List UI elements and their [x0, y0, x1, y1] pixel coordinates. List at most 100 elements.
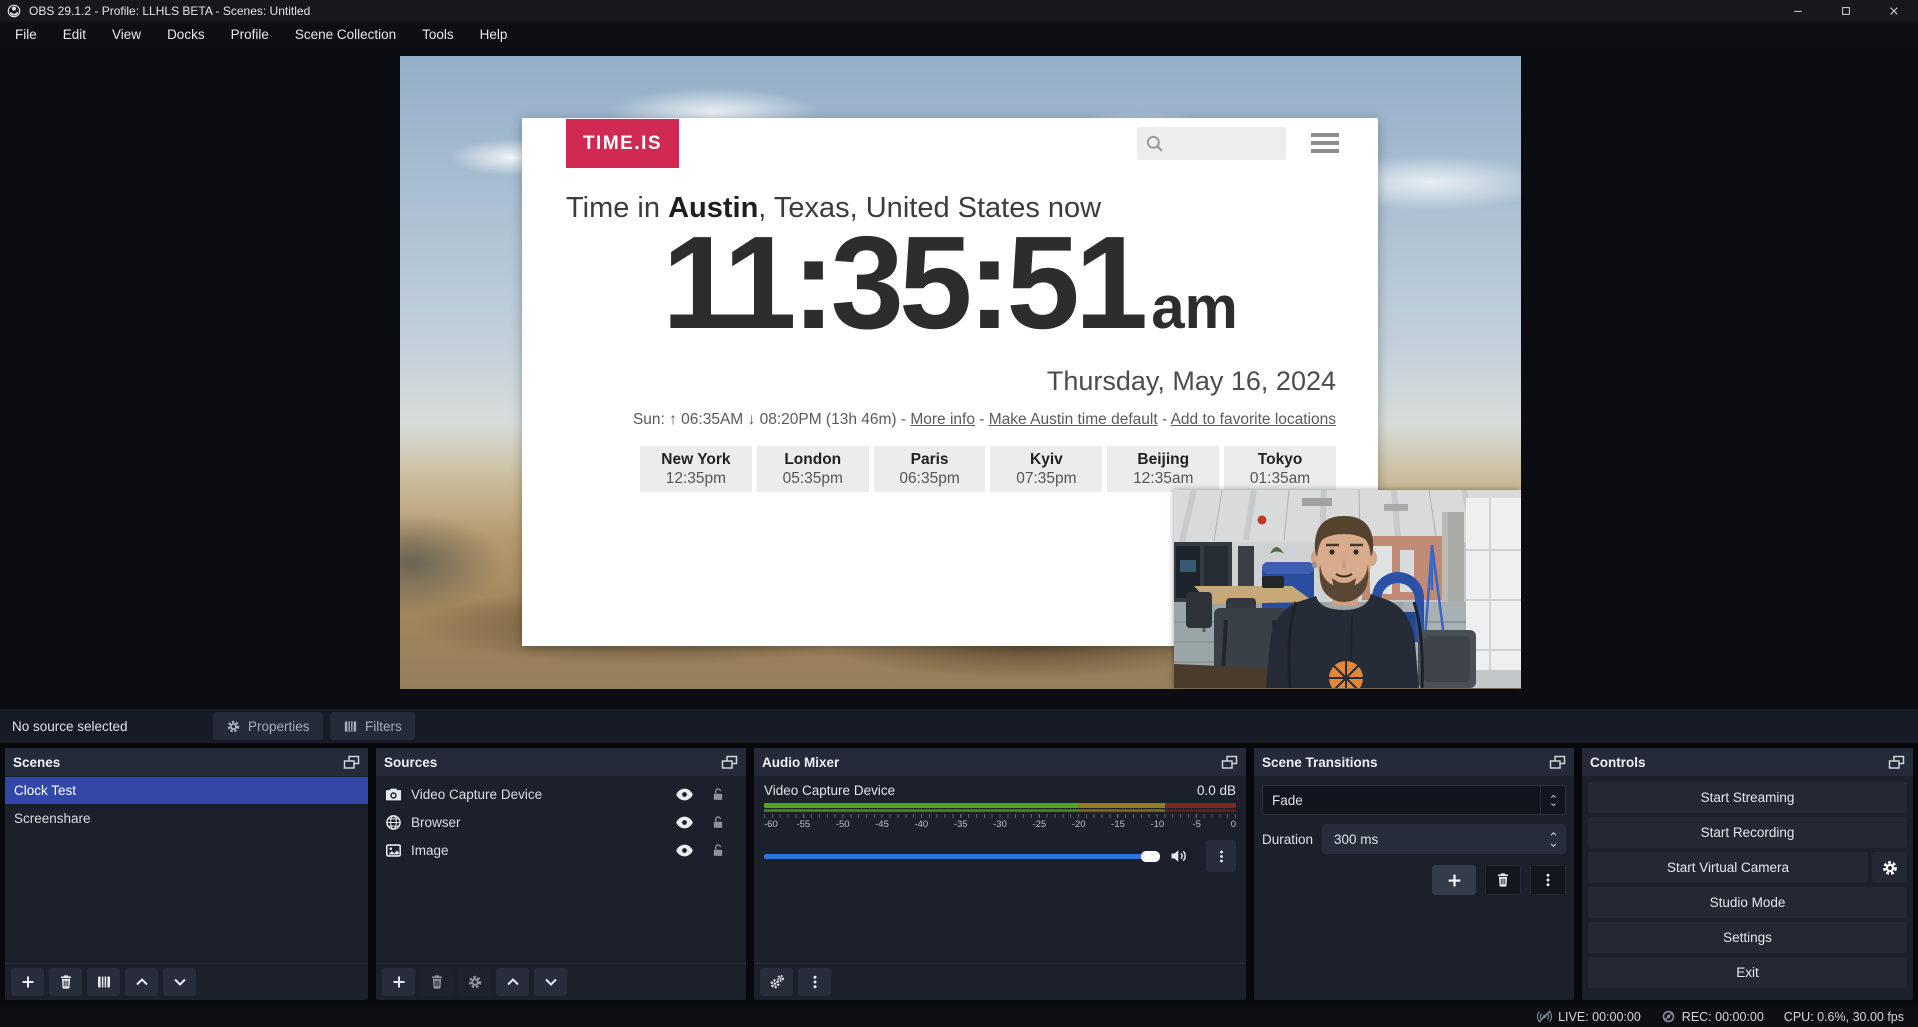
add-source-button[interactable]	[382, 968, 415, 996]
meridiem: am	[1151, 274, 1238, 341]
transitions-header: Scene Transitions	[1254, 748, 1574, 776]
menu-item-tools[interactable]: Tools	[409, 22, 467, 47]
source-properties-button[interactable]	[458, 968, 491, 996]
window-title: OBS 29.1.2 - Profile: LLHLS BETA - Scene…	[29, 4, 310, 18]
virtual-camera-config-button[interactable]	[1872, 852, 1907, 883]
popout-icon[interactable]	[1221, 755, 1238, 770]
visibility-toggle-icon[interactable]	[675, 843, 694, 858]
controls-header: Controls	[1582, 748, 1913, 776]
spin-down-icon[interactable]	[1548, 841, 1559, 849]
start-streaming-button[interactable]: Start Streaming	[1588, 782, 1907, 813]
popout-icon[interactable]	[721, 755, 738, 770]
world-cities-row: New York12:35pm London05:35pm Paris06:35…	[640, 446, 1336, 492]
start-virtual-camera-button[interactable]: Start Virtual Camera	[1588, 852, 1868, 883]
sun-info-line: Sun: ↑ 06:35AM ↓ 08:20PM (13h 46m) - Mor…	[633, 411, 1336, 429]
duration-spinner[interactable]: 300 ms	[1322, 824, 1566, 854]
exit-button[interactable]: Exit	[1588, 957, 1907, 988]
audio-mixer-title: Audio Mixer	[762, 755, 839, 770]
scenes-title: Scenes	[13, 755, 60, 770]
volume-slider[interactable]	[764, 854, 1160, 859]
remove-scene-button[interactable]	[49, 968, 82, 996]
scenes-toolbar	[5, 963, 368, 1000]
lock-toggle-icon[interactable]	[711, 787, 725, 802]
hamburger-menu-icon	[1311, 133, 1339, 157]
timeis-logo: TIME.IS	[566, 119, 679, 168]
scenes-dock: Scenes Clock Test Screenshare	[5, 748, 368, 1000]
transition-options-button[interactable]	[1530, 865, 1566, 895]
controls-dock: Controls Start Streaming Start Recording…	[1582, 748, 1913, 1000]
filters-button[interactable]: Filters	[330, 712, 415, 740]
properties-button[interactable]: Properties	[213, 712, 323, 740]
visibility-toggle-icon[interactable]	[675, 787, 694, 802]
preview-canvas[interactable]: TIME.IS Time in Austin, Texas, United St…	[400, 56, 1521, 689]
audio-mixer-header: Audio Mixer	[754, 748, 1246, 776]
menu-item-scene-collection[interactable]: Scene Collection	[282, 22, 409, 47]
visibility-toggle-icon[interactable]	[675, 815, 694, 830]
audio-mixer-dock: Audio Mixer Video Capture Device 0.0 dB …	[754, 748, 1246, 1000]
start-recording-button[interactable]: Start Recording	[1588, 817, 1907, 848]
current-time: 11:35:51	[662, 209, 1143, 356]
scenes-header: Scenes	[5, 748, 368, 776]
source-row-image[interactable]: Image	[376, 836, 746, 864]
add-transition-button[interactable]	[1432, 865, 1476, 895]
channel-level-db: 0.0 dB	[1197, 783, 1236, 798]
scene-item-screenshare[interactable]: Screenshare	[5, 805, 368, 832]
spin-up-icon[interactable]	[1548, 830, 1559, 838]
sources-list: Video Capture Device Browser	[376, 776, 746, 864]
mixer-toolbar	[754, 963, 1246, 1000]
source-row-browser[interactable]: Browser	[376, 808, 746, 836]
lock-toggle-icon[interactable]	[711, 815, 725, 830]
move-source-down-button[interactable]	[534, 968, 567, 996]
menu-item-edit[interactable]: Edit	[50, 22, 99, 47]
webcam-source[interactable]	[1174, 490, 1521, 688]
mixer-options-button[interactable]	[798, 968, 831, 996]
speaker-icon[interactable]	[1170, 847, 1188, 865]
scene-filters-button[interactable]	[87, 968, 120, 996]
menu-item-view[interactable]: View	[99, 22, 154, 47]
lock-toggle-icon[interactable]	[711, 843, 725, 858]
select-arrows	[1540, 786, 1565, 814]
webcam-video	[1174, 490, 1521, 688]
filter-icon	[343, 719, 358, 734]
remove-transition-button[interactable]	[1485, 865, 1521, 895]
search-input	[1170, 136, 1280, 152]
move-source-up-button[interactable]	[496, 968, 529, 996]
remove-source-button[interactable]	[420, 968, 453, 996]
add-favorite-link: Add to favorite locations	[1171, 411, 1336, 428]
scenes-list: Clock Test Screenshare	[5, 776, 368, 832]
source-row-video-capture[interactable]: Video Capture Device	[376, 780, 746, 808]
settings-button[interactable]: Settings	[1588, 922, 1907, 953]
statusbar: LIVE: 00:00:00 REC: 00:00:00 CPU: 0.6%, …	[0, 1006, 1918, 1027]
transition-select[interactable]: Fade	[1262, 785, 1566, 815]
rec-time: REC: 00:00:00	[1682, 1010, 1764, 1024]
advanced-audio-button[interactable]	[760, 968, 793, 996]
more-info-link: More info	[910, 411, 975, 428]
search-icon	[1145, 134, 1164, 153]
close-button[interactable]	[1870, 0, 1918, 22]
menu-item-file[interactable]: File	[2, 22, 50, 47]
menubar: File Edit View Docks Profile Scene Colle…	[0, 22, 1918, 47]
city-time-box: Beijing12:35am	[1107, 446, 1219, 492]
city-time-box: Kyiv07:35pm	[990, 446, 1102, 492]
menu-item-docks[interactable]: Docks	[154, 22, 218, 47]
move-scene-down-button[interactable]	[163, 968, 196, 996]
add-scene-button[interactable]	[11, 968, 44, 996]
meter-tick-labels: -60 -55 -50 -45 -40 -35 -30 -25 -20 -15 …	[764, 818, 1236, 831]
move-scene-up-button[interactable]	[125, 968, 158, 996]
menu-item-profile[interactable]: Profile	[218, 22, 282, 47]
minimize-button[interactable]	[1774, 0, 1822, 22]
studio-mode-button[interactable]: Studio Mode	[1588, 887, 1907, 918]
current-date: Thursday, May 16, 2024	[1047, 366, 1336, 397]
channel-options-button[interactable]	[1206, 840, 1236, 872]
preview-area: TIME.IS Time in Austin, Texas, United St…	[0, 47, 1918, 708]
menu-item-help[interactable]: Help	[467, 22, 521, 47]
popout-icon[interactable]	[343, 755, 360, 770]
volume-meter	[764, 803, 1236, 808]
scene-item-clock-test[interactable]: Clock Test	[5, 777, 368, 804]
maximize-button[interactable]	[1822, 0, 1870, 22]
popout-icon[interactable]	[1549, 755, 1566, 770]
volume-slider-handle[interactable]	[1141, 851, 1160, 862]
channel-name: Video Capture Device	[764, 783, 895, 798]
camera-icon	[385, 786, 402, 803]
popout-icon[interactable]	[1888, 755, 1905, 770]
